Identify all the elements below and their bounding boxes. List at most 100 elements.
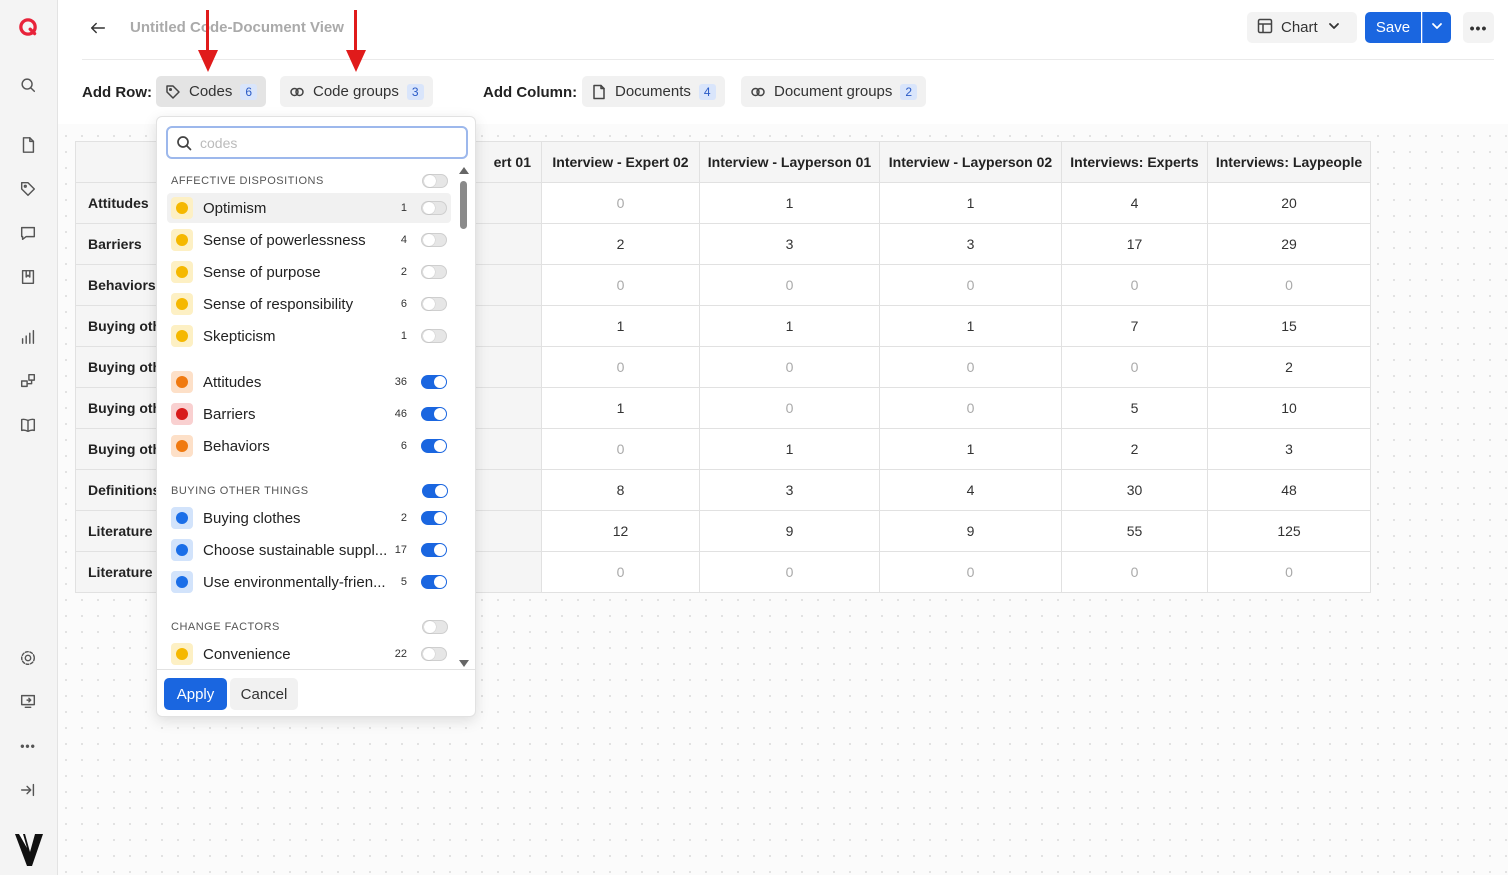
toggle-switch[interactable] bbox=[421, 201, 447, 215]
table-cell[interactable]: 20 bbox=[1207, 182, 1371, 224]
table-cell[interactable]: 125 bbox=[1207, 510, 1371, 552]
table-cell[interactable]: 0 bbox=[541, 346, 700, 388]
document-groups-chip[interactable]: Document groups 2 bbox=[741, 76, 927, 107]
code-list-item[interactable]: Sense of powerlessness 4 bbox=[167, 225, 451, 255]
table-cell[interactable]: 3 bbox=[1207, 428, 1371, 470]
table-cell[interactable]: 4 bbox=[879, 469, 1062, 511]
toggle-switch[interactable] bbox=[421, 265, 447, 279]
toggle-switch[interactable] bbox=[421, 375, 447, 389]
save-button[interactable]: Save bbox=[1365, 12, 1421, 43]
group-toggle[interactable] bbox=[422, 174, 448, 188]
code-list-item[interactable]: Choose sustainable suppl... 17 bbox=[167, 535, 451, 565]
table-cell[interactable]: 0 bbox=[699, 551, 880, 593]
code-list-item[interactable]: Skepticism 1 bbox=[167, 321, 451, 351]
code-list-item[interactable]: Barriers 46 bbox=[167, 399, 451, 429]
table-cell[interactable]: 0 bbox=[879, 264, 1062, 306]
group-toggle[interactable] bbox=[422, 620, 448, 634]
table-cell[interactable]: 10 bbox=[1207, 387, 1371, 429]
code-list-item[interactable]: Sense of responsibility 6 bbox=[167, 289, 451, 319]
table-cell[interactable]: 0 bbox=[541, 264, 700, 306]
table-cell[interactable]: 9 bbox=[879, 510, 1062, 552]
code-list-item[interactable]: Optimism 1 bbox=[167, 193, 451, 223]
table-cell[interactable]: 4 bbox=[1061, 182, 1208, 224]
table-cell[interactable]: 2 bbox=[1207, 346, 1371, 388]
bar-chart-icon[interactable] bbox=[17, 326, 39, 348]
code-list-item[interactable]: Convenience 22 bbox=[167, 639, 451, 667]
more-options-button[interactable]: ••• bbox=[1463, 12, 1494, 43]
table-cell[interactable]: 29 bbox=[1207, 223, 1371, 265]
scroll-down-arrow-icon[interactable] bbox=[459, 660, 469, 667]
table-cell[interactable]: 0 bbox=[541, 182, 700, 224]
toggle-switch[interactable] bbox=[421, 233, 447, 247]
table-cell[interactable]: 1 bbox=[541, 387, 700, 429]
table-cell[interactable]: 30 bbox=[1061, 469, 1208, 511]
table-cell[interactable]: 1 bbox=[879, 182, 1062, 224]
table-cell[interactable]: 1 bbox=[541, 305, 700, 347]
table-cell[interactable]: 3 bbox=[699, 469, 880, 511]
column-header[interactable]: Interviews: Experts bbox=[1061, 141, 1208, 183]
apply-button[interactable]: Apply bbox=[164, 678, 227, 710]
book-icon[interactable] bbox=[17, 414, 39, 436]
tag-icon[interactable] bbox=[17, 178, 39, 200]
brand-q-icon[interactable] bbox=[17, 16, 39, 38]
bookmark-icon[interactable] bbox=[17, 266, 39, 288]
table-cell[interactable]: 0 bbox=[1061, 551, 1208, 593]
table-cell[interactable]: 55 bbox=[1061, 510, 1208, 552]
table-cell[interactable]: 12 bbox=[541, 510, 700, 552]
table-cell[interactable]: 3 bbox=[699, 223, 880, 265]
table-cell[interactable]: 9 bbox=[699, 510, 880, 552]
toggle-switch[interactable] bbox=[421, 647, 447, 661]
document-icon[interactable] bbox=[17, 134, 39, 156]
gear-icon[interactable] bbox=[17, 647, 39, 669]
table-cell[interactable]: 0 bbox=[1061, 346, 1208, 388]
table-cell[interactable]: 48 bbox=[1207, 469, 1371, 511]
search-icon[interactable] bbox=[17, 74, 39, 96]
table-cell[interactable]: 15 bbox=[1207, 305, 1371, 347]
table-cell[interactable]: 0 bbox=[879, 346, 1062, 388]
code-list-item[interactable]: Use environmentally-frien... 5 bbox=[167, 567, 451, 597]
page-title[interactable]: Untitled Code-Document View bbox=[130, 19, 344, 36]
table-cell[interactable]: 5 bbox=[1061, 387, 1208, 429]
toggle-switch[interactable] bbox=[421, 407, 447, 421]
table-cell[interactable]: 0 bbox=[879, 551, 1062, 593]
table-cell[interactable]: 1 bbox=[699, 305, 880, 347]
export-icon[interactable] bbox=[17, 690, 39, 712]
table-cell[interactable]: 8 bbox=[541, 469, 700, 511]
scrollbar[interactable] bbox=[458, 167, 470, 667]
column-header[interactable]: Interview - Expert 02 bbox=[541, 141, 700, 183]
table-cell[interactable]: 1 bbox=[699, 428, 880, 470]
cancel-button[interactable]: Cancel bbox=[230, 678, 298, 710]
column-header[interactable]: Interview - Layperson 02 bbox=[879, 141, 1062, 183]
table-cell[interactable]: 0 bbox=[699, 346, 880, 388]
code-list-item[interactable]: Behaviors 6 bbox=[167, 431, 451, 461]
table-cell[interactable]: 1 bbox=[699, 182, 880, 224]
code-list-item[interactable]: Sense of purpose 2 bbox=[167, 257, 451, 287]
collapse-icon[interactable] bbox=[17, 779, 39, 801]
table-cell[interactable]: 2 bbox=[1061, 428, 1208, 470]
table-cell[interactable]: 1 bbox=[879, 428, 1062, 470]
table-cell[interactable]: 7 bbox=[1061, 305, 1208, 347]
documents-chip[interactable]: Documents 4 bbox=[582, 76, 725, 107]
scroll-up-arrow-icon[interactable] bbox=[459, 167, 469, 174]
code-list-item[interactable]: Attitudes 36 bbox=[167, 367, 451, 397]
scroll-thumb[interactable] bbox=[460, 181, 467, 229]
table-cell[interactable]: 0 bbox=[1207, 551, 1371, 593]
table-cell[interactable]: 3 bbox=[879, 223, 1062, 265]
search-input[interactable] bbox=[200, 134, 450, 151]
table-cell[interactable]: 0 bbox=[699, 387, 880, 429]
table-cell[interactable]: 2 bbox=[541, 223, 700, 265]
table-cell[interactable]: 0 bbox=[879, 387, 1062, 429]
code-list-item[interactable]: Buying clothes 2 bbox=[167, 503, 451, 533]
network-icon[interactable] bbox=[17, 370, 39, 392]
toggle-switch[interactable] bbox=[421, 297, 447, 311]
toggle-switch[interactable] bbox=[421, 439, 447, 453]
table-cell[interactable]: 17 bbox=[1061, 223, 1208, 265]
toggle-switch[interactable] bbox=[421, 511, 447, 525]
table-cell[interactable]: 0 bbox=[541, 428, 700, 470]
search-field[interactable] bbox=[166, 126, 468, 159]
column-header[interactable]: Interview - Layperson 01 bbox=[699, 141, 880, 183]
table-cell[interactable]: 0 bbox=[541, 551, 700, 593]
table-cell[interactable]: 1 bbox=[879, 305, 1062, 347]
comment-icon[interactable] bbox=[17, 222, 39, 244]
toggle-switch[interactable] bbox=[421, 543, 447, 557]
